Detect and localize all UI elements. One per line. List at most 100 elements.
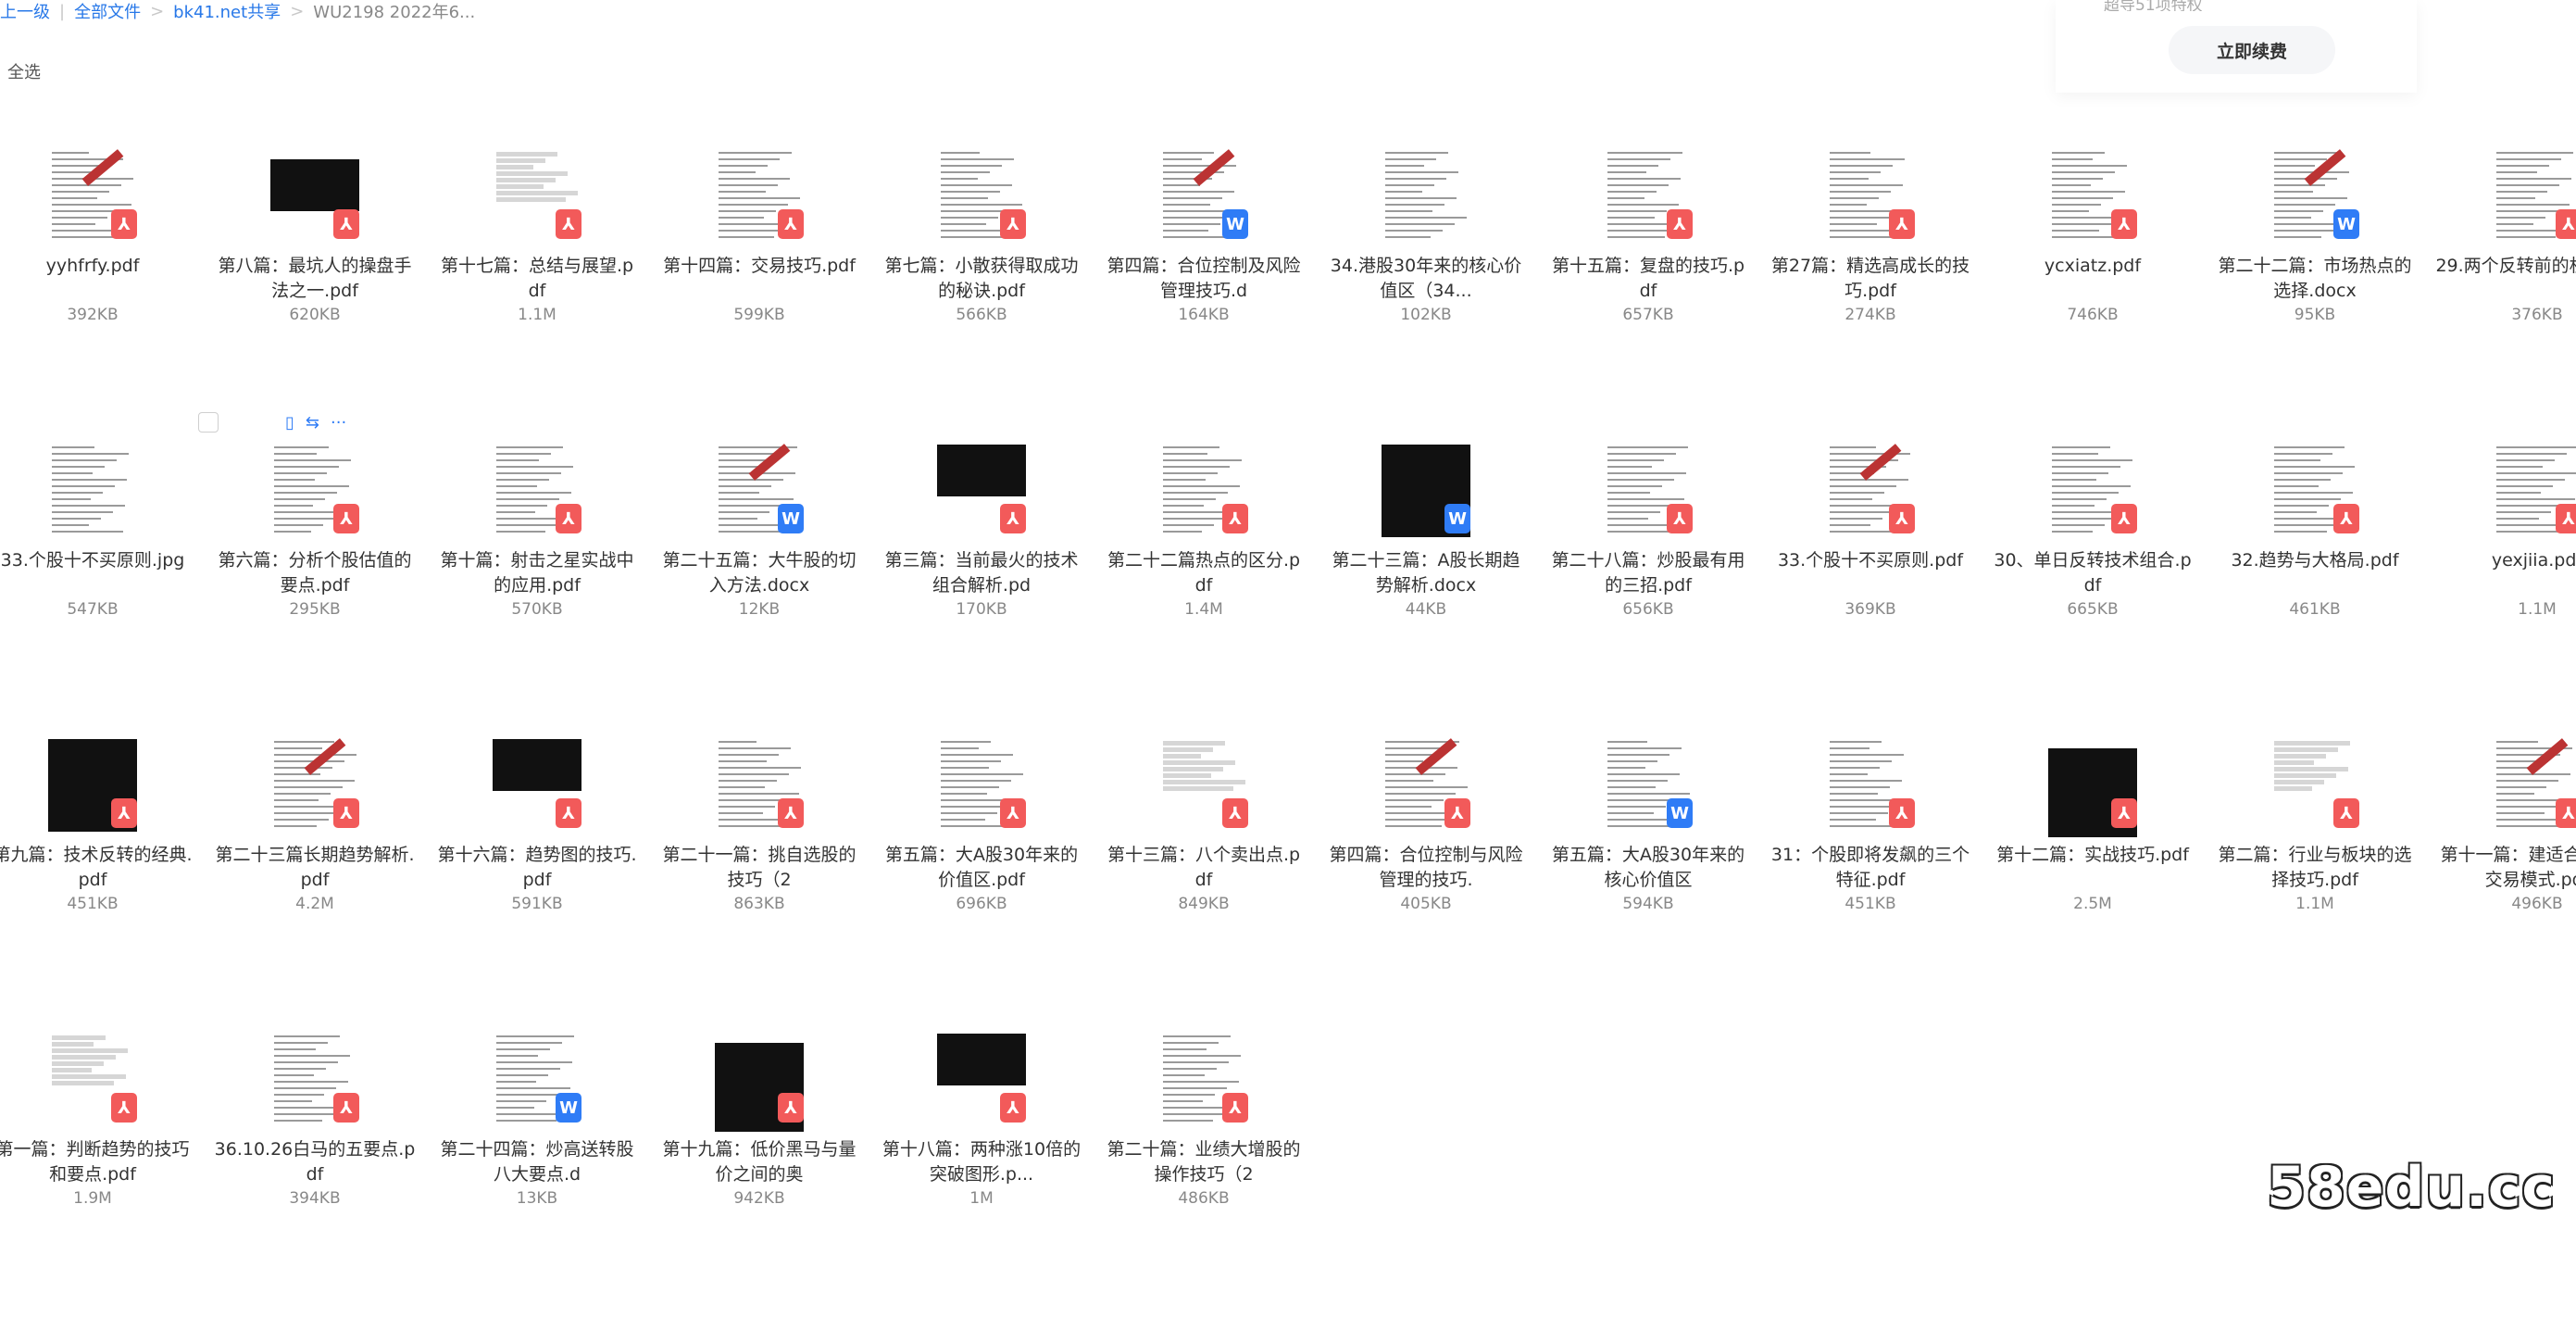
file-name[interactable]: 第十三篇：八个卖出点.pdf	[1102, 843, 1306, 893]
file-item[interactable]: ⅄ 29.两个反转前的机会.pdf 376KB	[2426, 139, 2576, 433]
file-name[interactable]: 第九篇：技术反转的经典.pdf	[0, 843, 194, 893]
file-item[interactable]: ⅄ 30、单日反转技术组合.pdf 665KB	[1982, 433, 2204, 728]
file-name[interactable]: 第十篇：射击之星实战中的应用.pdf	[435, 548, 639, 598]
file-item[interactable]: ⅄ ycxiatz.pdf 746KB	[1982, 139, 2204, 433]
file-name[interactable]: 第一篇：判断趋势的技巧和要点.pdf	[0, 1137, 194, 1187]
file-name[interactable]: 第二十一篇：挑自选股的技巧（2	[657, 843, 861, 893]
file-name[interactable]: 34.港股30年来的核心价值区（34...	[1324, 254, 1528, 304]
file-name[interactable]: 第五篇：大A股30年来的核心价值区	[1546, 843, 1750, 893]
file-item[interactable]: ⅄ 第二十一篇：挑自选股的技巧（2 863KB	[648, 728, 870, 1022]
file-item[interactable]: ⅄ 第十四篇：交易技巧.pdf 599KB	[648, 139, 870, 433]
file-item[interactable]: ⅄ 第十一篇：建适合自己的交易模式.pdf 496KB	[2426, 728, 2576, 1022]
file-item[interactable]: W 第二十二篇：市场热点的选择.docx 95KB	[2204, 139, 2426, 433]
file-name[interactable]: 第二篇：行业与板块的选择技巧.pdf	[2213, 843, 2417, 893]
file-name[interactable]: 第十七篇：总结与展望.pdf	[435, 254, 639, 304]
file-name[interactable]: 第三篇：当前最火的技术组合解析.pd	[880, 548, 1083, 598]
file-item[interactable]: 34.港股30年来的核心价值区（34... 102KB	[1315, 139, 1537, 433]
file-name[interactable]: 第十八篇：两种涨10倍的突破图形.p...	[880, 1137, 1083, 1187]
file-item[interactable]: ⅄ 第二十八篇：炒股最有用的三招.pdf 656KB	[1537, 433, 1759, 728]
file-item[interactable]: ⅄ 第十三篇：八个卖出点.pdf 849KB	[1093, 728, 1315, 1022]
file-item[interactable]: ⅄ 第五篇：大A股30年来的价值区.pdf 696KB	[870, 728, 1093, 1022]
file-name[interactable]: yexjiia.pdf	[2435, 548, 2576, 573]
file-name[interactable]: 32.趋势与大格局.pdf	[2213, 548, 2417, 573]
select-all-button[interactable]: 全选	[7, 59, 41, 83]
file-item[interactable]: ⅄ 第十六篇：趋势图的技巧.pdf 591KB	[426, 728, 648, 1022]
file-item[interactable]: ⅄ 36.10.26白马的五要点.pdf 394KB	[204, 1022, 426, 1317]
file-name[interactable]: 29.两个反转前的机会.pdf	[2435, 254, 2576, 279]
pdf-file-icon: ⅄	[333, 504, 359, 533]
file-item[interactable]: ⅄ 第三篇：当前最火的技术组合解析.pd 170KB	[870, 433, 1093, 728]
file-name[interactable]: 第十九篇：低价黑马与量价之间的奥	[657, 1137, 861, 1187]
file-item[interactable]: ⅄ 第27篇：精选高成长的技巧.pdf 274KB	[1759, 139, 1982, 433]
breadcrumb-back[interactable]: 上一级	[0, 0, 50, 23]
file-name[interactable]: 第二十三篇：A股长期趋势解析.docx	[1324, 548, 1528, 598]
file-item[interactable]: ⅄ 第四篇：合位控制与风险管理的技巧. 405KB	[1315, 728, 1537, 1022]
file-item[interactable]: W 第二十三篇：A股长期趋势解析.docx 44KB	[1315, 433, 1537, 728]
file-item[interactable]: ⅄ 第六篇：分析个股估值的要点.pdf 295KB	[204, 433, 426, 728]
file-name[interactable]: 第27篇：精选高成长的技巧.pdf	[1769, 254, 1972, 304]
file-name[interactable]: 第二十四篇：炒高送转股八大要点.d	[435, 1137, 639, 1187]
file-item[interactable]: ⅄ 第十七篇：总结与展望.pdf 1.1M	[426, 139, 648, 433]
breadcrumb-share[interactable]: bk41.net共享	[173, 0, 281, 23]
file-name[interactable]: 第二十篇：业绩大增股的操作技巧（2	[1102, 1137, 1306, 1187]
file-name[interactable]: 33.个股十不买原则.pdf	[1769, 548, 1972, 573]
file-item[interactable]: W 第四篇：合位控制及风险管理技巧.d 164KB	[1093, 139, 1315, 433]
file-item[interactable]: ⅄ 第十五篇：复盘的技巧.pdf 657KB	[1537, 139, 1759, 433]
file-item[interactable]: ⅄ 第二十篇：业绩大增股的操作技巧（2 486KB	[1093, 1022, 1315, 1317]
more-options-icon[interactable]: ···	[331, 413, 346, 433]
file-name[interactable]: 第十二篇：实战技巧.pdf	[1991, 843, 2195, 868]
file-name[interactable]: 第八篇：最坑人的操盘手法之一.pdf	[213, 254, 417, 304]
breadcrumb-all-files[interactable]: 全部文件	[74, 0, 141, 23]
pdf-file-icon: ⅄	[1889, 209, 1915, 239]
file-name[interactable]: 30、单日反转技术组合.pdf	[1991, 548, 2195, 598]
file-item[interactable]: ⅄ 第十二篇：实战技巧.pdf 2.5M	[1982, 728, 2204, 1022]
file-name[interactable]: 第七篇：小散获得取成功的秘诀.pdf	[880, 254, 1083, 304]
file-item[interactable]: ⅄ 第十篇：射击之星实战中的应用.pdf 570KB	[426, 433, 648, 728]
phone-icon[interactable]: ▯	[285, 413, 294, 433]
file-name[interactable]: 第六篇：分析个股估值的要点.pdf	[213, 548, 417, 598]
file-name[interactable]: yyhfrfy.pdf	[0, 254, 194, 279]
file-name[interactable]: 33.个股十不买原则.jpg	[0, 548, 194, 573]
file-item[interactable]: ⅄ 第九篇：技术反转的经典.pdf 451KB	[0, 728, 204, 1022]
file-name[interactable]: 第二十三篇长期趋势解析.pdf	[213, 843, 417, 893]
file-item[interactable]: ⅄ 第十九篇：低价黑马与量价之间的奥 942KB	[648, 1022, 870, 1317]
file-item[interactable]: ⅄ yyhfrfy.pdf 392KB	[0, 139, 204, 433]
file-name[interactable]: 第二十八篇：炒股最有用的三招.pdf	[1546, 548, 1750, 598]
word-file-icon: W	[1444, 504, 1470, 533]
file-name[interactable]: 第十五篇：复盘的技巧.pdf	[1546, 254, 1750, 304]
file-item[interactable]: ⅄ 31：个股即将发飙的三个特征.pdf 451KB	[1759, 728, 1982, 1022]
file-item[interactable]: W 第五篇：大A股30年来的核心价值区 594KB	[1537, 728, 1759, 1022]
file-item[interactable]: ⅄ 32.趋势与大格局.pdf 461KB	[2204, 433, 2426, 728]
file-item[interactable]: ⅄ 第七篇：小散获得取成功的秘诀.pdf 566KB	[870, 139, 1093, 433]
file-item[interactable]: ⅄ 第一篇：判断趋势的技巧和要点.pdf 1.9M	[0, 1022, 204, 1317]
file-checkbox[interactable]	[198, 412, 219, 433]
share-icon[interactable]: ⇆	[306, 413, 319, 433]
file-item[interactable]: ⅄ yexjiia.pdf 1.1M	[2426, 433, 2576, 728]
file-item[interactable]: W 第二十五篇：大牛股的切入方法.docx 12KB	[648, 433, 870, 728]
file-name[interactable]: 第二十五篇：大牛股的切入方法.docx	[657, 548, 861, 598]
file-name[interactable]: ycxiatz.pdf	[1991, 254, 2195, 279]
file-name[interactable]: 第四篇：合位控制与风险管理的技巧.	[1324, 843, 1528, 893]
file-name[interactable]: 第十一篇：建适合自己的交易模式.pdf	[2435, 843, 2576, 893]
file-name[interactable]: 第十六篇：趋势图的技巧.pdf	[435, 843, 639, 893]
file-item[interactable]: ⅄ 第十八篇：两种涨10倍的突破图形.p... 1M	[870, 1022, 1093, 1317]
file-size: 849KB	[1178, 895, 1230, 913]
file-name[interactable]: 第四篇：合位控制及风险管理技巧.d	[1102, 254, 1306, 304]
file-item[interactable]: 33.个股十不买原则.jpg 547KB	[0, 433, 204, 728]
file-size: 942KB	[733, 1189, 785, 1208]
file-name[interactable]: 36.10.26白马的五要点.pdf	[213, 1137, 417, 1187]
file-name[interactable]: 第十四篇：交易技巧.pdf	[657, 254, 861, 279]
file-item[interactable]: ⅄ 第二十二篇热点的区分.pdf 1.4M	[1093, 433, 1315, 728]
pdf-file-icon: ⅄	[778, 798, 804, 828]
file-item[interactable]: ⅄ 第八篇：最坑人的操盘手法之一.pdf 620KB	[204, 139, 426, 433]
file-item[interactable]: ⅄ 33.个股十不买原则.pdf 369KB	[1759, 433, 1982, 728]
file-item[interactable]: W 第二十四篇：炒高送转股八大要点.d 13KB	[426, 1022, 648, 1317]
file-item[interactable]: ⅄ 第二十三篇长期趋势解析.pdf 4.2M	[204, 728, 426, 1022]
file-name[interactable]: 第五篇：大A股30年来的价值区.pdf	[880, 843, 1083, 893]
renew-button[interactable]: 立即续费	[2169, 26, 2335, 74]
pdf-file-icon: ⅄	[1000, 209, 1026, 239]
file-name[interactable]: 第二十二篇热点的区分.pdf	[1102, 548, 1306, 598]
file-item[interactable]: ⅄ 第二篇：行业与板块的选择技巧.pdf 1.1M	[2204, 728, 2426, 1022]
file-name[interactable]: 31：个股即将发飙的三个特征.pdf	[1769, 843, 1972, 893]
file-name[interactable]: 第二十二篇：市场热点的选择.docx	[2213, 254, 2417, 304]
